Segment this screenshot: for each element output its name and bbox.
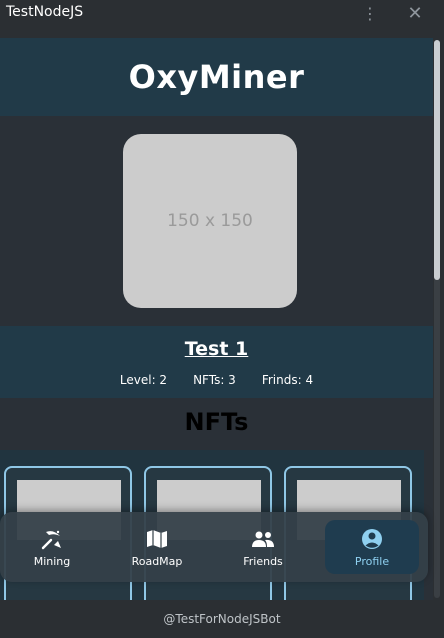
nav-label-profile: Profile — [354, 554, 390, 568]
bot-footer: @TestForNodeJSBot — [0, 600, 444, 638]
stat-level: Level: 2 — [119, 373, 168, 387]
pickaxe-icon — [41, 530, 61, 549]
user-stats: Level: 2 NFTs: 3 Frinds: 4 — [0, 373, 433, 387]
avatar-section: 150 x 150 — [0, 116, 433, 326]
close-icon[interactable]: ✕ — [405, 3, 425, 25]
user-circle-icon — [362, 528, 382, 549]
avatar: 150 x 150 — [123, 134, 297, 308]
user-info: Test 1 Level: 2 NFTs: 3 Frinds: 4 — [0, 326, 433, 398]
avatar-placeholder-text: 150 x 150 — [167, 211, 253, 231]
nav-label-friends: Friends — [243, 554, 283, 568]
nav-label-roadmap: RoadMap — [131, 554, 183, 568]
map-icon — [147, 529, 167, 548]
app-header: OxyMiner — [0, 38, 433, 116]
users-icon — [252, 531, 274, 547]
nav-item-profile[interactable]: Profile — [325, 520, 419, 574]
nav-item-mining[interactable]: Mining — [5, 512, 99, 582]
window-title-bar: TestNodeJS ⋮ ✕ — [0, 0, 444, 30]
window-title: TestNodeJS — [6, 4, 84, 20]
stat-friends: Frinds: 4 — [261, 373, 314, 387]
app-brand: OxyMiner — [128, 58, 305, 96]
nav-item-friends[interactable]: Friends — [216, 512, 310, 582]
nav-item-roadmap[interactable]: RoadMap — [110, 512, 204, 582]
username: Test 1 — [184, 338, 249, 360]
bot-handle: @TestForNodeJSBot — [163, 612, 281, 626]
kebab-menu-icon[interactable]: ⋮ — [362, 3, 378, 25]
scrollbar[interactable] — [434, 40, 440, 598]
bottom-nav: Mining RoadMap Friends Profile — [0, 512, 428, 582]
scrollbar-thumb[interactable] — [434, 40, 440, 280]
stat-nfts: NFTs: 3 — [193, 373, 236, 387]
nav-label-mining: Mining — [33, 554, 71, 568]
nfts-heading: NFTs — [184, 408, 249, 436]
